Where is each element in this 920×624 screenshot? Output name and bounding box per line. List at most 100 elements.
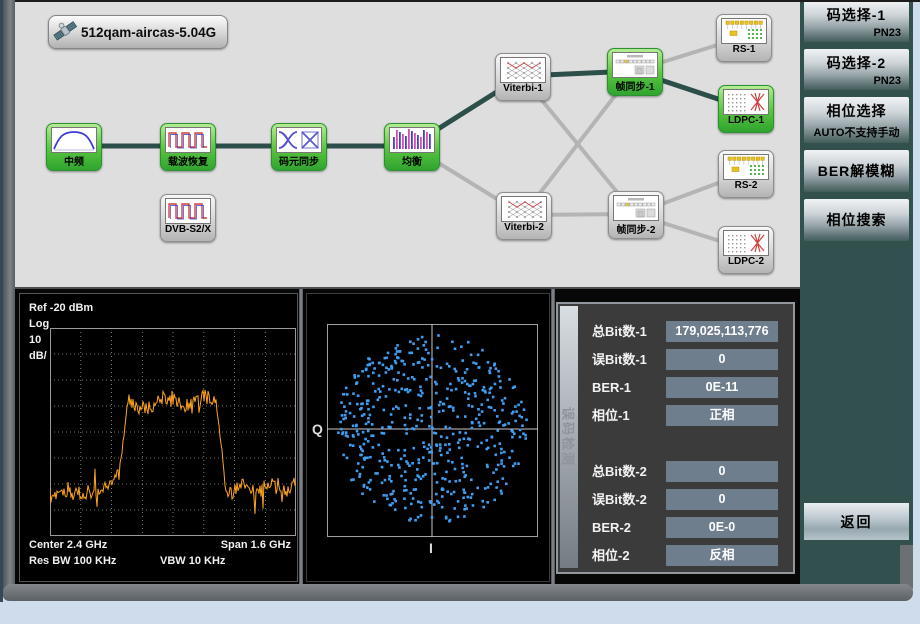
ber-row: 总Bit数-2 0 — [558, 461, 793, 482]
flow-node-ldpc2[interactable]: LDPC-2 — [718, 226, 774, 274]
flow-node-junheng[interactable]: 均衡 — [384, 123, 440, 171]
sidebar: 码选择-1 PN23 码选择-2 PN23 相位选择 AUTO不支持手动 BER解模糊相位搜… — [800, 0, 913, 584]
ldpc-icon — [723, 230, 769, 256]
button-sublabel: PN23 — [873, 27, 901, 39]
flow-node-rs2[interactable]: RS-2 — [718, 150, 774, 198]
flow-node-ldpc1[interactable]: LDPC-1 — [718, 85, 774, 133]
ldpc-icon — [723, 89, 769, 115]
flow-node-label: RS-1 — [713, 44, 775, 55]
wave-icon — [165, 198, 211, 224]
q-axis-label: Q — [312, 421, 323, 437]
spectrum-icon — [51, 127, 97, 153]
ber-row-value: 179,025,113,776 — [666, 321, 778, 342]
spectrum-log-label: Log — [29, 318, 49, 330]
demod-flow-diagram: 512qam-aircas-5.04G 中频 载波恢复 码元同步 均衡 DVB-S2/X… — [15, 2, 800, 287]
flow-node-viterbi1[interactable]: Viterbi-1 — [495, 53, 551, 101]
ber-row: BER-1 0E-11 — [558, 377, 793, 398]
satellite-icon — [52, 17, 79, 47]
ber-row-value: 0E-0 — [666, 517, 778, 538]
window-top-edge — [0, 0, 920, 2]
spectrum-panel: Ref -20 dBm Log 10 dB/ Center 2.4 GHz Sp… — [19, 293, 298, 582]
flow-node-label: DVB-S2/X — [157, 224, 219, 235]
frame-icon — [612, 52, 658, 78]
ber-row: 误Bit数-1 0 — [558, 349, 793, 370]
flow-node-label: 码元同步 — [268, 153, 330, 168]
flow-node-label: Viterbi-1 — [492, 83, 554, 94]
spectrum-span-label: Span 1.6 GHz — [221, 539, 291, 551]
window-frame-bottom — [3, 584, 913, 601]
flow-node-label: 帧同步-2 — [605, 221, 667, 236]
spectrum-ref-label: Ref -20 dBm — [29, 302, 93, 314]
bars-icon — [389, 127, 435, 153]
flow-node-zhongpin[interactable]: 中频 — [46, 123, 102, 171]
spectrum-center-label: Center 2.4 GHz — [29, 539, 107, 551]
ber-row-label: BER-1 — [592, 377, 631, 398]
window-frame-left — [3, 0, 15, 601]
ber-row-label: 总Bit数-2 — [592, 461, 647, 482]
ber-row-label: 误Bit数-2 — [592, 489, 647, 510]
ber-row-value: 正相 — [666, 405, 778, 426]
flow-node-label: LDPC-1 — [715, 115, 777, 126]
ber-row-label: BER-2 — [592, 517, 631, 538]
ber-row-label: 误Bit数-1 — [592, 349, 647, 370]
eye-icon — [276, 127, 322, 153]
measurement-area: Ref -20 dBm Log 10 dB/ Center 2.4 GHz Sp… — [15, 287, 800, 584]
wave-icon — [165, 127, 211, 153]
ber-row: 相位-1 正相 — [558, 405, 793, 426]
ber-row-value: 反相 — [666, 545, 778, 566]
session-button[interactable]: 512qam-aircas-5.04G — [48, 15, 228, 49]
ber-row: 总Bit数-1 179,025,113,776 — [558, 321, 793, 342]
flow-node-label: LDPC-2 — [715, 256, 777, 267]
i-axis-label: I — [429, 540, 433, 556]
constellation-panel: Q I — [306, 293, 550, 582]
code-select-2-button[interactable]: 码选择-2 PN23 — [804, 49, 909, 90]
button-label: 码选择-1 — [804, 1, 909, 25]
button-sublabel: PN23 — [873, 75, 901, 87]
button-label: 码选择-2 — [804, 49, 909, 73]
back-button[interactable]: 返回 — [804, 503, 909, 540]
ber-row-label: 总Bit数-1 — [592, 321, 647, 342]
session-label: 512qam-aircas-5.04G — [81, 25, 216, 40]
ber-row: 误Bit数-2 0 — [558, 489, 793, 510]
flow-node-zaibo[interactable]: 载波恢复 — [160, 123, 216, 171]
constellation-plot — [327, 324, 538, 537]
ber-row-value: 0E-11 — [666, 377, 778, 398]
flow-node-zhen1[interactable]: 帧同步-1 — [607, 48, 663, 96]
flow-node-zhen2[interactable]: 帧同步-2 — [608, 191, 664, 239]
ber-row-value: 0 — [666, 489, 778, 510]
ber-row-value: 0 — [666, 461, 778, 482]
panel-divider — [299, 289, 303, 584]
button-sublabel: AUTO不支持手动 — [804, 124, 909, 140]
trellis-icon — [501, 196, 547, 222]
flow-node-label: 载波恢复 — [157, 153, 219, 168]
flow-node-label: 帧同步-1 — [604, 78, 666, 93]
flow-node-viterbi2[interactable]: Viterbi-2 — [496, 192, 552, 240]
spectrum-rbw-label: Res BW 100 KHz — [29, 555, 116, 567]
flow-node-rs1[interactable]: RS-1 — [716, 14, 772, 62]
trellis-icon — [500, 57, 546, 83]
flow-node-label: RS-2 — [715, 180, 777, 191]
spectrum-scale-label: 10 — [29, 334, 41, 346]
flow-node-mayuan[interactable]: 码元同步 — [271, 123, 327, 171]
phase-select-button[interactable]: 相位选择 AUTO不支持手动 — [804, 97, 909, 143]
flow-node-dvb[interactable]: DVB-S2/X — [160, 194, 216, 242]
ber-row: BER-2 0E-0 — [558, 517, 793, 538]
rs-icon — [721, 18, 767, 44]
ber-row-label: 相位-2 — [592, 545, 630, 566]
code-select-1-button[interactable]: 码选择-1 PN23 — [804, 1, 909, 42]
flow-node-label: 中频 — [43, 153, 105, 168]
ber-row: 相位-2 反相 — [558, 545, 793, 566]
demod-app-window: 512qam-aircas-5.04G 中频 载波恢复 码元同步 均衡 DVB-S2/X… — [0, 0, 920, 624]
frame-icon — [613, 195, 659, 221]
flow-node-label: Viterbi-2 — [493, 222, 555, 233]
ber-row-label: 相位-1 — [592, 405, 630, 426]
ber-row-value: 0 — [666, 349, 778, 370]
spectrum-unit-label: dB/ — [29, 350, 47, 362]
spectrum-vbw-label: VBW 10 KHz — [160, 555, 225, 567]
panel-divider — [551, 289, 555, 584]
ber-panel: 误码检测 总Bit数-1179,025,113,776误Bit数-10BER-1… — [556, 302, 795, 574]
flow-node-label: 均衡 — [381, 153, 443, 168]
ber-disambiguation-button[interactable]: BER解模糊 — [804, 150, 909, 192]
button-label: 相位选择 — [804, 97, 909, 121]
phase-search-button[interactable]: 相位搜索 — [804, 199, 909, 241]
